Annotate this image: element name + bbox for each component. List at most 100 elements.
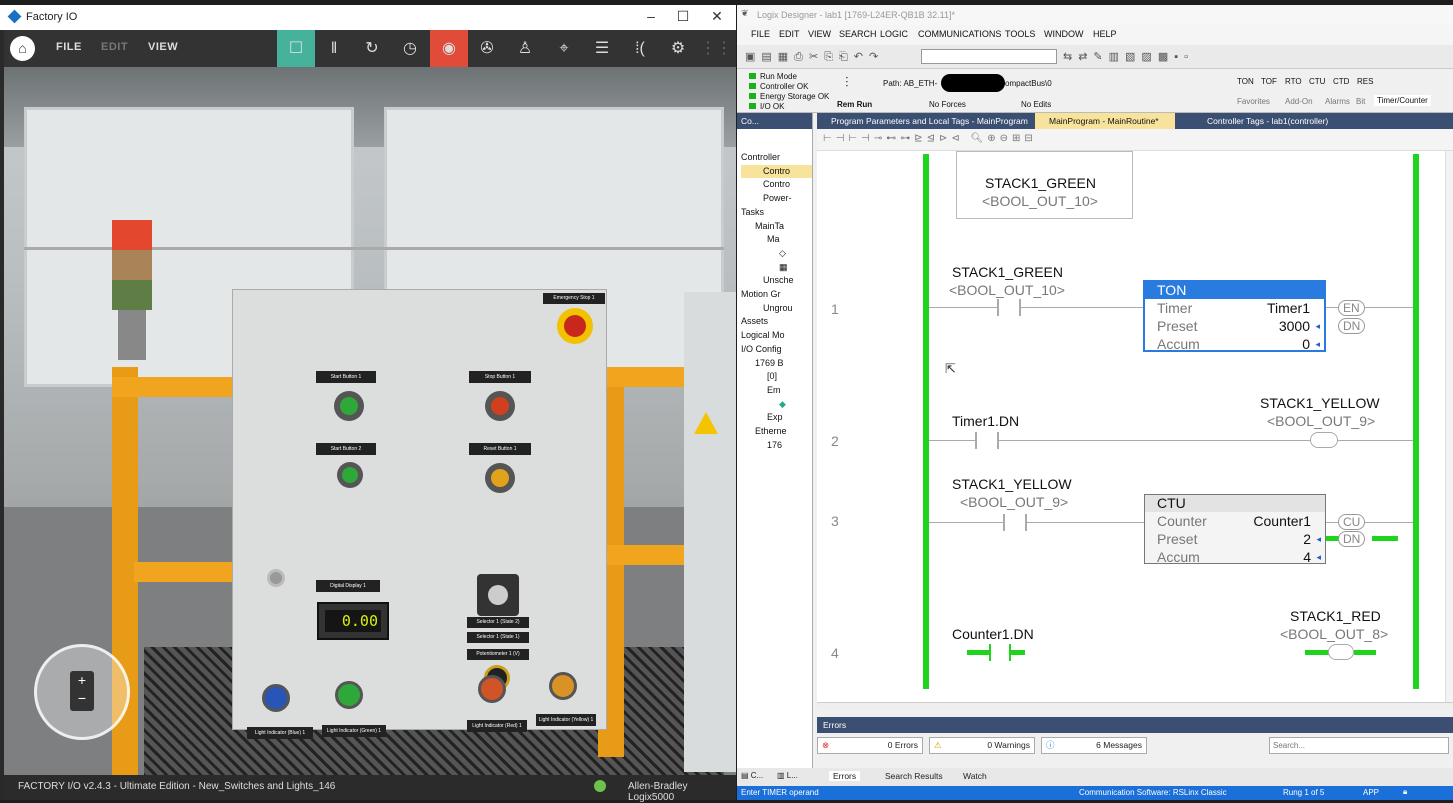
menu-window[interactable]: WINDOW (1044, 29, 1084, 39)
scene-viewport[interactable]: Emergency Stop 1 Start Button 1 Stop But… (4, 67, 736, 775)
sensor-icon[interactable]: ⁞( (621, 30, 659, 67)
tab-controller-tags[interactable]: Controller Tags - lab1(controller) (1193, 113, 1353, 129)
menu-view[interactable]: VIEW (148, 41, 178, 53)
tree-mainprogram[interactable]: Ma (741, 233, 812, 247)
reset-button-1[interactable] (485, 463, 515, 493)
rung2-xic[interactable] (975, 432, 999, 449)
menu-view[interactable]: VIEW (808, 29, 831, 39)
tree-embedded[interactable]: Em (741, 384, 812, 398)
tree-motion-groups[interactable]: Motion Gr (741, 288, 812, 302)
rung3-tag[interactable]: STACK1_YELLOW (952, 476, 1072, 492)
crosshair-icon[interactable]: ⌖ (545, 30, 583, 67)
errors-search-input[interactable] (1269, 737, 1449, 754)
reset-icon[interactable]: ↻ (353, 30, 391, 67)
rung0-tag[interactable]: STACK1_GREEN (985, 175, 1096, 191)
rung4-xic[interactable] (989, 644, 1011, 661)
rung2-tag[interactable]: Timer1.DN (952, 413, 1019, 429)
tab-controller-organizer[interactable]: ▤ C... (741, 771, 763, 780)
toolbar-icons[interactable]: ▣▤▦⎙✂⎘⎗↶↷ (745, 50, 884, 64)
ctu-block[interactable]: CTU Counter Counter1 Preset 2 ◂ Accum 4 ◂ (1144, 494, 1326, 566)
rung1-xic[interactable] (997, 299, 1021, 316)
tab-bit[interactable]: Bit (1356, 97, 1365, 106)
zoom-control[interactable]: + − (70, 671, 94, 711)
edit-mode-icon[interactable]: ☐ (277, 30, 315, 67)
search-combo[interactable] (921, 49, 1057, 64)
tab-errors[interactable]: Errors (829, 771, 861, 781)
rung4-ote[interactable] (1328, 644, 1354, 660)
maximize-icon[interactable]: ☐ (668, 8, 698, 25)
tree-expansion[interactable]: Exp (741, 411, 812, 425)
instr-rto[interactable]: RTO (1285, 77, 1302, 86)
fan-icon[interactable]: ✇ (468, 30, 506, 67)
key-switch[interactable] (267, 569, 285, 587)
timer-icon[interactable]: ◷ (391, 30, 429, 67)
ctu-accum[interactable]: 4 (1303, 548, 1311, 566)
tree-1769-bus[interactable]: 1769 B (741, 357, 812, 371)
tree-assets[interactable]: Assets (741, 315, 812, 329)
menu-tools[interactable]: TOOLS (1005, 29, 1035, 39)
rung2-ote[interactable] (1310, 432, 1338, 448)
home-icon[interactable]: ⌂ (10, 36, 35, 61)
horizontal-scrollbar[interactable] (817, 702, 1453, 710)
tab-search-results[interactable]: Search Results (885, 771, 943, 781)
tree-tasks[interactable]: Tasks (741, 206, 812, 220)
tree-power-up[interactable]: Power- (741, 192, 812, 206)
instr-tof[interactable]: TOF (1261, 77, 1277, 86)
toolbar-icons-2[interactable]: ⇆⇄✎▥▧▨▩▪▫ (1063, 50, 1194, 63)
rung3-xic[interactable] (1003, 514, 1027, 531)
close-icon[interactable]: ✕ (702, 8, 732, 25)
tab-watch[interactable]: Watch (963, 771, 987, 781)
tree-controller-tags[interactable]: Contro (741, 164, 812, 179)
tree-parameters-icon[interactable]: ◇ (741, 247, 812, 261)
errors-filter[interactable]: ⊗ 0 Errors (817, 737, 923, 754)
ctu-counter[interactable]: Counter1 (1253, 512, 1311, 530)
instr-res[interactable]: RES (1357, 77, 1373, 86)
tree-controller[interactable]: Controller (741, 151, 812, 165)
vertical-scrollbar[interactable] (1445, 151, 1453, 702)
ladder-toolbar[interactable]: ⊢⊣⊢⊣⊸⊷⊶⊵⊴⊳⊲ 🔍︎⊕⊖⊞⊟ (817, 129, 1453, 151)
tree-controller-fault[interactable]: Contro (741, 178, 812, 192)
list-icon[interactable]: ☰ (583, 30, 621, 67)
menu-help[interactable]: HELP (1093, 29, 1117, 39)
tree-ethernet[interactable]: Etherne (741, 425, 812, 439)
tree-unscheduled[interactable]: Unsche (741, 274, 812, 288)
rung2-output-tag[interactable]: STACK1_YELLOW (1260, 395, 1380, 411)
run-icon[interactable]: ◉ (430, 30, 468, 67)
ton-timer[interactable]: Timer1 (1267, 299, 1310, 317)
tree-embedded-io-icon[interactable]: ◆ (741, 398, 812, 412)
rung4-tag[interactable]: Counter1.DN (952, 626, 1034, 642)
instr-ctd[interactable]: CTD (1333, 77, 1349, 86)
tab-timer-counter[interactable]: Timer/Counter (1374, 95, 1431, 106)
menu-file[interactable]: FILE (751, 29, 770, 39)
instr-ctu[interactable]: CTU (1309, 77, 1325, 86)
menu-communications[interactable]: COMMUNICATIONS (918, 29, 1001, 39)
tree-routine-icon[interactable]: ▦ (741, 261, 812, 275)
minimize-icon[interactable]: – (636, 8, 666, 24)
grid-icon[interactable]: ⋮⋮ (697, 30, 735, 67)
menu-edit[interactable]: EDIT (779, 29, 800, 39)
tab-logical-organizer[interactable]: ▥ L... (777, 771, 798, 780)
ton-block[interactable]: TON Timer Timer1 Preset 3000 ◂ Accum 0 ◂ (1143, 280, 1326, 352)
tree-logical-model[interactable]: Logical Mo (741, 329, 812, 343)
warnings-filter[interactable]: ⚠ 0 Warnings (929, 737, 1035, 754)
menu-logic[interactable]: LOGIC (880, 29, 908, 39)
ladder-editor[interactable]: ⊢⊣⊢⊣⊸⊷⊶⊵⊴⊳⊲ 🔍︎⊕⊖⊞⊟ STACK1_GREEN <BOOL_OU… (817, 129, 1453, 710)
tree-ungrouped[interactable]: Ungrou (741, 302, 812, 316)
tree-maintask[interactable]: MainTa (741, 220, 812, 234)
tab-alarms[interactable]: Alarms (1325, 97, 1350, 106)
tab-addon[interactable]: Add-On (1285, 97, 1313, 106)
tree-ethernet-module[interactable]: 176 (741, 439, 812, 453)
start-button-1[interactable] (334, 391, 364, 421)
ton-preset[interactable]: 3000 (1279, 317, 1310, 335)
ctu-preset[interactable]: 2 (1303, 530, 1311, 548)
person-icon[interactable]: ♙ (506, 30, 544, 67)
driver-icon[interactable]: ⚙ (659, 30, 697, 67)
pause-icon[interactable]: ‖ (315, 30, 353, 67)
instr-ton[interactable]: TON (1237, 77, 1254, 86)
messages-filter[interactable]: ⓘ 6 Messages (1041, 737, 1147, 754)
rung4-output-tag[interactable]: STACK1_RED (1290, 608, 1381, 624)
start-button-2[interactable] (337, 462, 363, 488)
rung1-tag[interactable]: STACK1_GREEN (952, 264, 1063, 280)
menu-search[interactable]: SEARCH (839, 29, 877, 39)
stop-button-1[interactable] (485, 391, 515, 421)
